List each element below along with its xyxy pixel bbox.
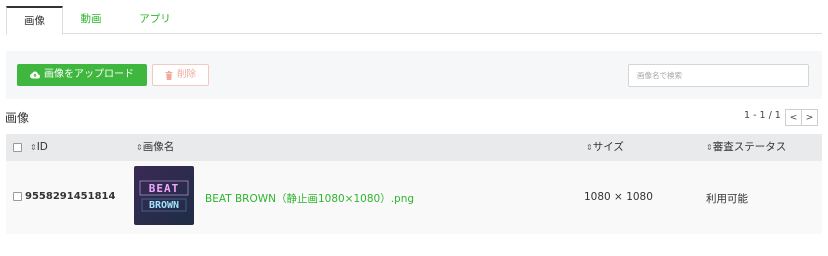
row-checkbox[interactable]	[13, 190, 22, 202]
sort-icon: ⇕	[706, 143, 713, 152]
image-name-link[interactable]: BEAT BROWN（静止画1080×1080）.png	[205, 191, 414, 206]
delete-button[interactable]: 削除	[152, 64, 209, 86]
column-header-id[interactable]: ⇕ID	[30, 134, 48, 161]
image-size: 1080 × 1080	[584, 191, 653, 203]
tab-images[interactable]: 画像	[6, 6, 63, 35]
tab-apps[interactable]: アプリ	[126, 6, 184, 34]
thumbnail-text-bottom: BROWN	[149, 200, 179, 211]
pagination-text: 1 - 1 / 1	[744, 110, 781, 121]
delete-button-label: 削除	[176, 69, 196, 80]
column-header-review-status[interactable]: ⇕審査ステータス	[706, 134, 786, 161]
review-status: 利用可能	[706, 193, 748, 205]
toolbar: 画像をアップロード 削除	[6, 51, 822, 99]
sort-icon: ⇕	[136, 143, 143, 152]
chevron-right-icon: >	[805, 112, 814, 123]
chevron-left-icon: <	[789, 112, 798, 123]
trash-icon	[165, 70, 173, 80]
tab-videos[interactable]: 動画	[66, 6, 116, 34]
upload-button-label: 画像をアップロード	[44, 69, 134, 80]
image-id: 9558291451814	[25, 191, 116, 202]
table-header: ⇕ID ⇕画像名 ⇕サイズ ⇕審査ステータス	[6, 134, 822, 161]
upload-image-button[interactable]: 画像をアップロード	[17, 64, 147, 86]
prev-page-button[interactable]: <	[785, 109, 802, 126]
tab-bar: 画像 動画 アプリ	[6, 6, 822, 35]
next-page-button[interactable]: >	[801, 109, 818, 126]
cloud-upload-icon	[30, 71, 40, 79]
thumbnail-text-top: BEAT	[149, 182, 180, 195]
sort-icon: ⇕	[30, 143, 37, 152]
column-header-image-name[interactable]: ⇕画像名	[136, 134, 174, 161]
table-row: 9558291451814 BEAT BROWN BEAT BROWN（静止画1…	[6, 161, 822, 234]
sort-icon: ⇕	[586, 143, 593, 152]
section-title: 画像	[5, 111, 30, 125]
column-header-size[interactable]: ⇕サイズ	[586, 134, 624, 161]
select-all-checkbox[interactable]	[13, 134, 22, 161]
image-search-input[interactable]	[628, 64, 809, 87]
image-thumbnail[interactable]: BEAT BROWN	[134, 166, 194, 225]
